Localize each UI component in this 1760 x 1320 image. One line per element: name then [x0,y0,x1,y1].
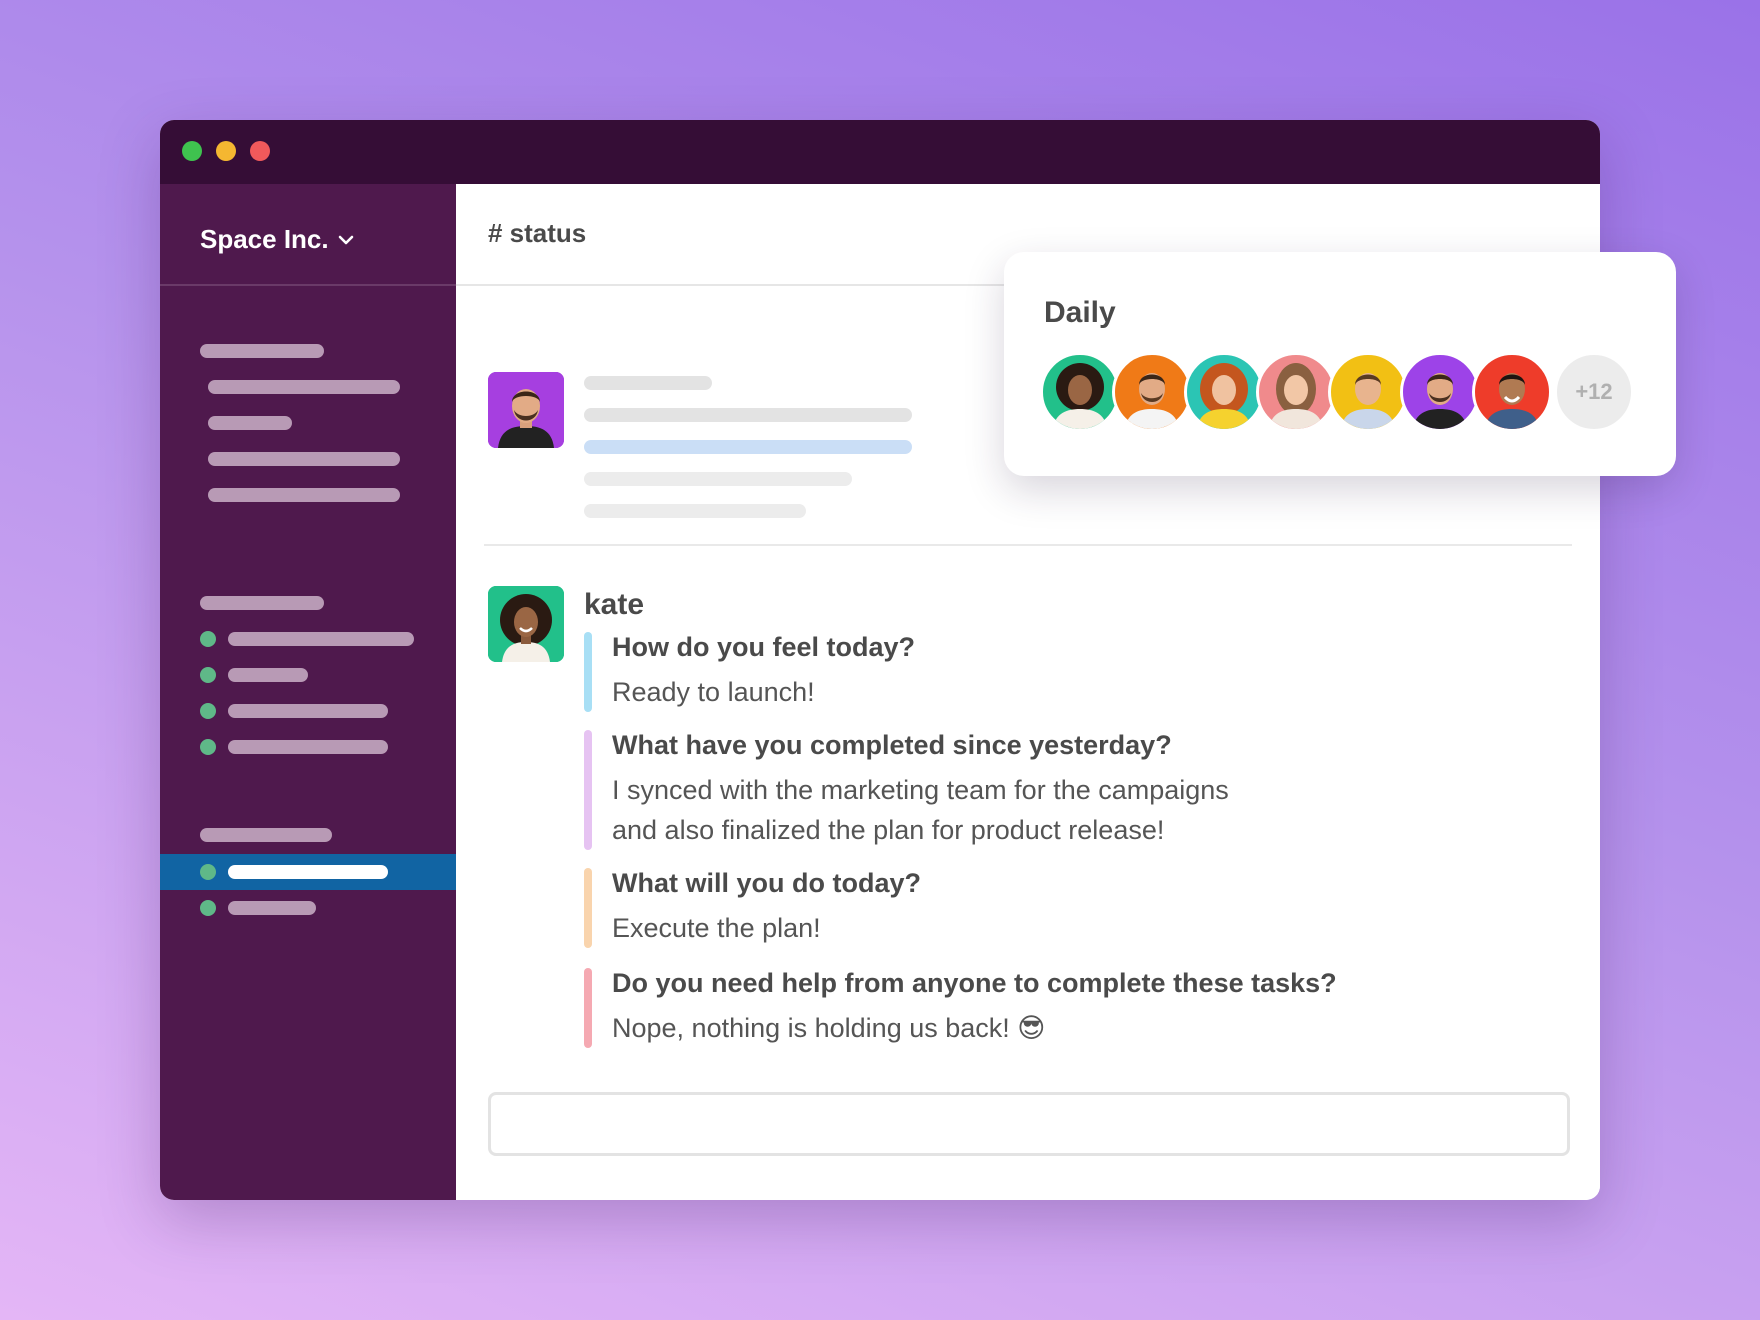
person-icon [1413,373,1467,429]
answer-accent-bar [584,632,592,712]
standup-answer-text: and also finalized the plan for product … [612,815,1165,845]
person-icon [1197,363,1251,429]
direct-message-placeholder[interactable] [228,632,414,646]
person-icon [1125,373,1179,429]
standup-answer-text: Execute the plan! [612,913,821,943]
online-status-icon [200,703,216,719]
participant-avatar[interactable] [1328,352,1408,432]
person-icon [1485,373,1539,429]
user-avatar-icon [488,372,564,448]
participant-avatar[interactable] [1184,352,1264,432]
direct-message-placeholder[interactable] [228,668,308,682]
standup-question: How do you feel today? [612,632,916,662]
sidebar: Space Inc. [160,184,456,1200]
online-status-icon [200,900,216,916]
message-placeholder-line [584,408,912,422]
window-zoom-button[interactable] [250,141,270,161]
participant-avatar[interactable] [1040,352,1120,432]
standup-question: What will you do today? [612,868,921,898]
online-status-icon [200,739,216,755]
message-divider [484,544,1572,546]
message-placeholder-line [584,376,712,390]
participant-avatar[interactable] [1472,352,1552,432]
sidebar-item-placeholder[interactable] [208,416,292,430]
participant-avatar[interactable] [1112,352,1192,432]
online-status-icon [200,631,216,647]
title-bar [160,120,1600,184]
message-input[interactable] [488,1092,1570,1156]
online-status-icon [200,667,216,683]
sidebar-item-placeholder[interactable] [228,901,316,915]
message-author[interactable]: kate [584,588,644,622]
direct-message-placeholder[interactable] [228,704,388,718]
sidebar-item-placeholder[interactable] [208,452,400,466]
workspace-switcher[interactable]: Space Inc. [200,224,355,255]
online-status-icon [200,864,216,880]
answer-accent-bar [584,968,592,1048]
direct-message-placeholder[interactable] [228,740,388,754]
message-link-placeholder[interactable] [584,440,912,454]
avatar[interactable] [488,372,564,448]
person-icon [1053,363,1107,429]
sidebar-item-placeholder[interactable] [208,488,400,502]
sidebar-item-placeholder[interactable] [208,380,400,394]
card-title: Daily [1044,296,1116,329]
person-icon [1341,373,1395,429]
window-close-button[interactable] [182,141,202,161]
user-avatar-icon [488,586,564,662]
avatar[interactable] [488,586,564,662]
message-placeholder-line [584,504,806,518]
answer-accent-bar [584,868,592,948]
workspace-name: Space Inc. [200,224,329,254]
sidebar-divider [160,284,456,286]
participant-avatar[interactable] [1400,352,1480,432]
standup-question: Do you need help from anyone to complete… [612,968,1337,998]
message-placeholder-line [584,472,852,486]
active-item-placeholder [228,865,388,879]
section-header-placeholder [200,596,324,610]
channel-title[interactable]: # status [488,218,586,249]
standup-answer-text: I synced with the marketing team for the… [612,775,1229,805]
chevron-down-icon [338,235,353,244]
daily-standup-card[interactable]: Daily +12 [1004,252,1676,476]
section-header-placeholder [200,344,324,358]
more-participants-badge[interactable]: +12 [1554,352,1634,432]
participant-avatar[interactable] [1256,352,1336,432]
standup-answer-text: Ready to launch! [612,677,815,707]
window-minimize-button[interactable] [216,141,236,161]
answer-accent-bar [584,730,592,850]
person-icon [1269,363,1323,429]
section-header-placeholder [200,828,332,842]
standup-answer-text: Nope, nothing is holding us back! 😎 [612,1013,1046,1043]
standup-question: What have you completed since yesterday? [612,730,1172,760]
